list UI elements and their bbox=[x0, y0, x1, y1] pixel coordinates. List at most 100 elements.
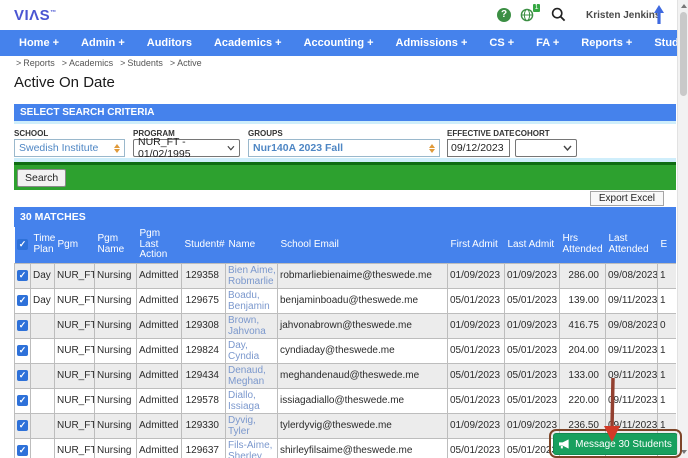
student-name-cell: Fils-Aime, Sherley bbox=[225, 437, 278, 458]
cell-pgm-name: Nursing bbox=[94, 337, 137, 364]
up-arrow-glyph bbox=[654, 5, 664, 24]
cell-pgm-name: Nursing bbox=[94, 437, 137, 458]
row-checkbox[interactable]: ✓ bbox=[17, 345, 28, 356]
school-field[interactable]: Swedish Institute bbox=[14, 139, 125, 157]
cell-time-plan bbox=[30, 387, 55, 414]
language-globe-icon[interactable]: 1 bbox=[520, 4, 540, 24]
cell-pgm-name: Nursing bbox=[94, 362, 137, 389]
page-scrollbar[interactable] bbox=[677, 0, 688, 458]
nav-item-admin[interactable]: Admin + bbox=[70, 37, 136, 49]
nav-item-cs[interactable]: CS + bbox=[478, 37, 525, 49]
results-table-container: ✓ Time Plan Pgm Pgm Name Pgm Last Action Stud… bbox=[14, 227, 676, 458]
effective-date-input[interactable] bbox=[447, 139, 510, 157]
student-name-link[interactable]: Fils-Aime, Sherley bbox=[228, 440, 275, 458]
message-students-label: Message 30 Students bbox=[575, 438, 672, 450]
cell-first-admit: 05/01/2023 bbox=[447, 337, 505, 364]
program-select[interactable]: NUR_FT - 01/02/1995 bbox=[133, 136, 240, 160]
cell-pgm: NUR_FT bbox=[54, 312, 95, 339]
table-row: ✓ NUR_FT Nursing Admitted 129578 Diallo, Issia… bbox=[14, 387, 676, 414]
main-nav: Home + Admin + Auditors Academics + Accounti… bbox=[0, 30, 677, 56]
cell-last-attended: 09/11/2023 bbox=[605, 387, 658, 414]
student-name-link[interactable]: Bien Aime, Robmarlie bbox=[228, 265, 276, 287]
cell-email: benjaminboadu@theswede.me bbox=[277, 287, 448, 314]
row-checkbox[interactable]: ✓ bbox=[17, 370, 28, 381]
cell-time-plan bbox=[30, 362, 55, 389]
page: VIΛS™ ? 1 Kristen Jenkins Home + Admin + A… bbox=[0, 0, 677, 458]
cell-student-no: 129358 bbox=[181, 262, 226, 289]
breadcrumb-separator: > bbox=[169, 58, 176, 68]
cell-pgm-name: Nursing bbox=[94, 387, 137, 414]
row-checkbox[interactable]: ✓ bbox=[17, 270, 28, 281]
scrollbar-down-arrow[interactable] bbox=[681, 450, 687, 454]
cell-last-admit: 01/09/2023 bbox=[504, 412, 560, 439]
cell-time-plan: Day bbox=[30, 262, 55, 289]
cell-last-admit: 05/01/2023 bbox=[504, 287, 560, 314]
cell-pgm-last-action: Admitted bbox=[136, 437, 182, 458]
nav-item-auditors[interactable]: Auditors bbox=[136, 37, 203, 49]
nav-item-reports[interactable]: Reports + bbox=[570, 37, 643, 49]
column-header: Last Admit bbox=[504, 227, 560, 263]
export-excel-button[interactable]: Export Excel bbox=[589, 191, 664, 206]
nav-item-admissions[interactable]: Admissions + bbox=[385, 37, 479, 49]
select-all-checkbox[interactable]: ✓ bbox=[17, 239, 28, 250]
cell-pgm-last-action: Admitted bbox=[136, 287, 182, 314]
nav-item-home[interactable]: Home + bbox=[8, 37, 70, 49]
cell-last-admit: 05/01/2023 bbox=[504, 437, 560, 458]
column-header: Hrs Attended bbox=[559, 227, 606, 263]
cell-pgm-name: Nursing bbox=[94, 262, 137, 289]
cell-pgm-name: Nursing bbox=[94, 412, 137, 439]
breadcrumb-link-active[interactable]: Active bbox=[177, 58, 202, 68]
row-checkbox[interactable]: ✓ bbox=[17, 295, 28, 306]
column-header: Pgm Name bbox=[94, 227, 137, 263]
cell-hrs-attended: 204.00 bbox=[559, 337, 606, 364]
user-arrow-icon[interactable] bbox=[653, 5, 665, 29]
cell-last-admit: 01/09/2023 bbox=[504, 262, 560, 289]
cell-pgm-last-action: Admitted bbox=[136, 387, 182, 414]
row-checkbox[interactable]: ✓ bbox=[17, 420, 28, 431]
student-name-link[interactable]: Denaud, Meghan bbox=[228, 365, 275, 387]
search-icon[interactable] bbox=[551, 7, 566, 27]
column-header: Time Plan bbox=[30, 227, 55, 263]
row-checkbox[interactable]: ✓ bbox=[17, 320, 28, 331]
student-name-link[interactable]: Boadu, Benjamin bbox=[228, 290, 275, 312]
student-name-link[interactable]: Dyvig, Tyler bbox=[228, 415, 275, 437]
nav-item-students[interactable]: Students + bbox=[643, 37, 677, 49]
user-name[interactable]: Kristen Jenkins bbox=[586, 10, 660, 21]
breadcrumb-link-academics[interactable]: Academics bbox=[69, 58, 113, 68]
criteria-header: SELECT SEARCH CRITERIA bbox=[14, 104, 676, 121]
breadcrumb-link-students[interactable]: Students bbox=[127, 58, 163, 68]
table-row: ✓ Day NUR_FT Nursing Admitted 129358 Bien Aime… bbox=[14, 262, 676, 289]
column-header: First Admit bbox=[447, 227, 505, 263]
student-name-cell: Brown, Jahvona bbox=[225, 312, 278, 339]
breadcrumb-link-reports[interactable]: Reports bbox=[23, 58, 55, 68]
message-students-button[interactable]: Message 30 Students bbox=[553, 433, 677, 455]
cell-last-admit: 05/01/2023 bbox=[504, 337, 560, 364]
scrollbar-thumb[interactable] bbox=[680, 12, 687, 96]
cell-pgm: NUR_FT bbox=[54, 287, 95, 314]
cell-e: 1 bbox=[657, 387, 676, 414]
student-name-link[interactable]: Day, Cyndia bbox=[228, 340, 275, 362]
scrollbar-up-arrow[interactable] bbox=[681, 4, 687, 8]
cell-email: meghandenaud@theswede.me bbox=[277, 362, 448, 389]
nav-item-academics[interactable]: Academics + bbox=[203, 37, 293, 49]
cell-last-attended: 09/11/2023 bbox=[605, 337, 658, 364]
row-checkbox-cell: ✓ bbox=[14, 287, 31, 314]
cell-email: cyndiaday@theswede.me bbox=[277, 337, 448, 364]
vias-logo[interactable]: VIΛS™ bbox=[14, 7, 57, 24]
cell-last-admit: 05/01/2023 bbox=[504, 362, 560, 389]
cell-hrs-attended: 220.00 bbox=[559, 387, 606, 414]
cell-time-plan bbox=[30, 437, 55, 458]
row-checkbox[interactable]: ✓ bbox=[17, 395, 28, 406]
nav-item-fa[interactable]: FA + bbox=[525, 37, 570, 49]
student-name-link[interactable]: Brown, Jahvona bbox=[228, 315, 275, 337]
nav-item-accounting[interactable]: Accounting + bbox=[293, 37, 385, 49]
row-checkbox[interactable]: ✓ bbox=[17, 445, 28, 456]
cell-pgm: NUR_FT bbox=[54, 387, 95, 414]
search-button[interactable]: Search bbox=[17, 169, 67, 187]
help-icon[interactable]: ? bbox=[497, 8, 511, 22]
cohort-select[interactable] bbox=[515, 139, 577, 157]
groups-field[interactable]: Nur140A 2023 Fall bbox=[248, 139, 440, 157]
student-name-link[interactable]: Diallo, Issiaga bbox=[228, 390, 275, 412]
cell-email: jahvonabrown@theswede.me bbox=[277, 312, 448, 339]
student-name-cell: Day, Cyndia bbox=[225, 337, 278, 364]
